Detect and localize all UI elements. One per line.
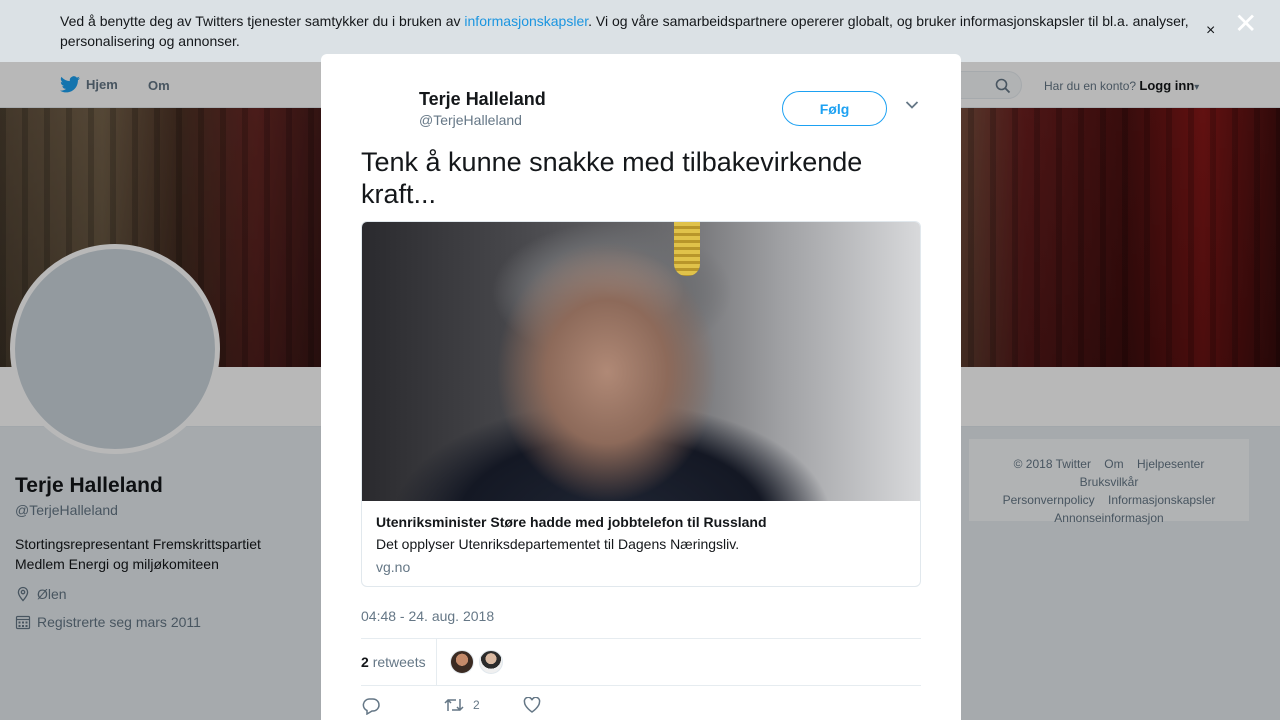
- like-button[interactable]: [523, 697, 549, 713]
- link-card-title: Utenriksminister Støre hadde med jobbtel…: [376, 514, 767, 530]
- retweet-count: 2: [473, 698, 480, 712]
- cookie-banner: Ved å benytte deg av Twitters tjenester …: [0, 0, 1280, 62]
- cookie-close-button[interactable]: ×: [1206, 22, 1215, 40]
- tweet-text: Tenk å kunne snakke med tilbakevirkende …: [361, 147, 863, 209]
- retweet-stat-label: retweets: [372, 654, 426, 670]
- link-card[interactable]: Utenriksminister Støre hadde med jobbtel…: [361, 221, 921, 587]
- tweet-actions: 2: [361, 697, 921, 720]
- retweet-button[interactable]: 2: [443, 697, 480, 713]
- tweet-modal: Terje Halleland @TerjeHalleland Følg Ten…: [321, 54, 961, 720]
- link-card-image: [362, 222, 920, 501]
- link-card-domain: vg.no: [376, 559, 411, 575]
- cookie-text: Ved å benytte deg av Twitters tjenester …: [60, 13, 1189, 49]
- cookie-policy-link[interactable]: informasjonskapsler: [464, 13, 588, 29]
- retweet-icon: [444, 698, 464, 712]
- reply-button[interactable]: [361, 697, 389, 715]
- retweeter-avatar[interactable]: [450, 650, 474, 674]
- retweet-stat[interactable]: 2 retweets: [361, 654, 426, 670]
- retweeter-avatar[interactable]: [479, 650, 503, 674]
- chevron-down-icon[interactable]: [905, 100, 919, 110]
- close-overlay-button[interactable]: ✕: [1234, 10, 1257, 38]
- tweet-stats: 2 retweets: [361, 638, 921, 686]
- tweet-timestamp[interactable]: 04:48 - 24. aug. 2018: [361, 608, 494, 624]
- heart-icon: [523, 697, 541, 713]
- retweet-stat-count: 2: [361, 654, 369, 670]
- link-card-description: Det opplyser Utenriksdepartementet til D…: [376, 536, 740, 552]
- tweet-author-name[interactable]: Terje Halleland: [419, 89, 546, 110]
- reply-icon: [362, 698, 380, 715]
- follow-button[interactable]: Følg: [782, 91, 887, 126]
- stats-divider: [436, 639, 437, 685]
- tweet-author-handle[interactable]: @TerjeHalleland: [419, 112, 522, 128]
